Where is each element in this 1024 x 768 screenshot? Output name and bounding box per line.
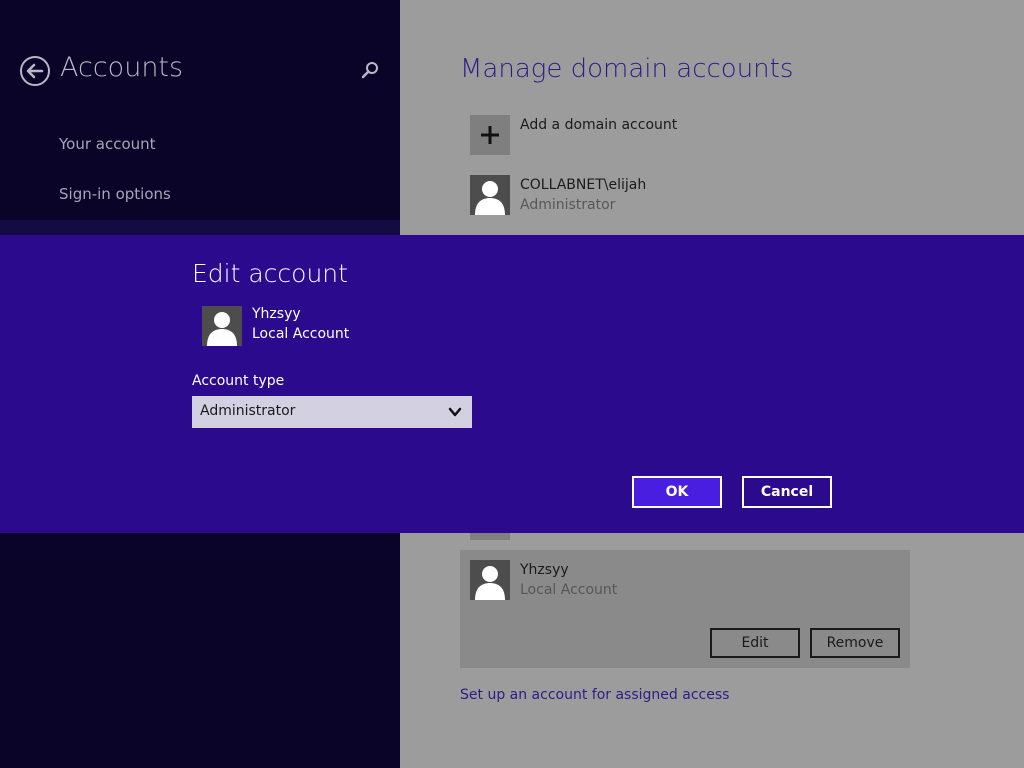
account-type-value: Administrator	[200, 403, 296, 419]
account-type: Administrator	[520, 197, 616, 213]
edit-account-dialog: Edit account Yhzsyy Local Account Accoun…	[0, 235, 1024, 533]
chevron-down-icon	[448, 407, 462, 417]
search-button[interactable]	[359, 59, 381, 81]
search-icon	[361, 62, 378, 79]
partial-avatar	[470, 532, 510, 540]
remove-button[interactable]: Remove	[810, 628, 900, 658]
avatar	[470, 175, 510, 215]
cancel-button[interactable]: Cancel	[742, 476, 832, 508]
user-icon	[207, 312, 237, 346]
back-button[interactable]	[19, 55, 51, 87]
nav-item-your-account[interactable]: Your account	[59, 135, 156, 153]
user-icon	[475, 181, 505, 215]
account-name[interactable]: COLLABNET\elijah	[520, 177, 646, 193]
dialog-user-name: Yhzsyy	[252, 306, 301, 322]
add-account-label[interactable]: Add a domain account	[520, 117, 677, 133]
add-account-tile[interactable]	[470, 115, 510, 155]
plus-icon	[481, 126, 499, 144]
avatar	[202, 306, 242, 346]
dialog-user-type: Local Account	[252, 326, 350, 342]
nav-item-other-accounts[interactable]	[0, 220, 400, 235]
nav-title: Accounts	[60, 52, 184, 83]
account-type-select[interactable]: Administrator	[192, 396, 472, 428]
assigned-access-link[interactable]: Set up an account for assigned access	[460, 687, 729, 703]
avatar	[470, 560, 510, 600]
back-arrow-icon	[20, 56, 50, 86]
user-icon	[475, 566, 505, 600]
account-type: Local Account	[520, 582, 618, 598]
dialog-title: Edit account	[192, 259, 348, 288]
nav-item-sign-in-options[interactable]: Sign-in options	[59, 185, 171, 203]
account-name: Yhzsyy	[520, 562, 569, 578]
edit-button[interactable]: Edit	[710, 628, 800, 658]
ok-button[interactable]: OK	[632, 476, 722, 508]
account-type-label: Account type	[192, 373, 285, 389]
page-title: Manage domain accounts	[460, 54, 794, 84]
